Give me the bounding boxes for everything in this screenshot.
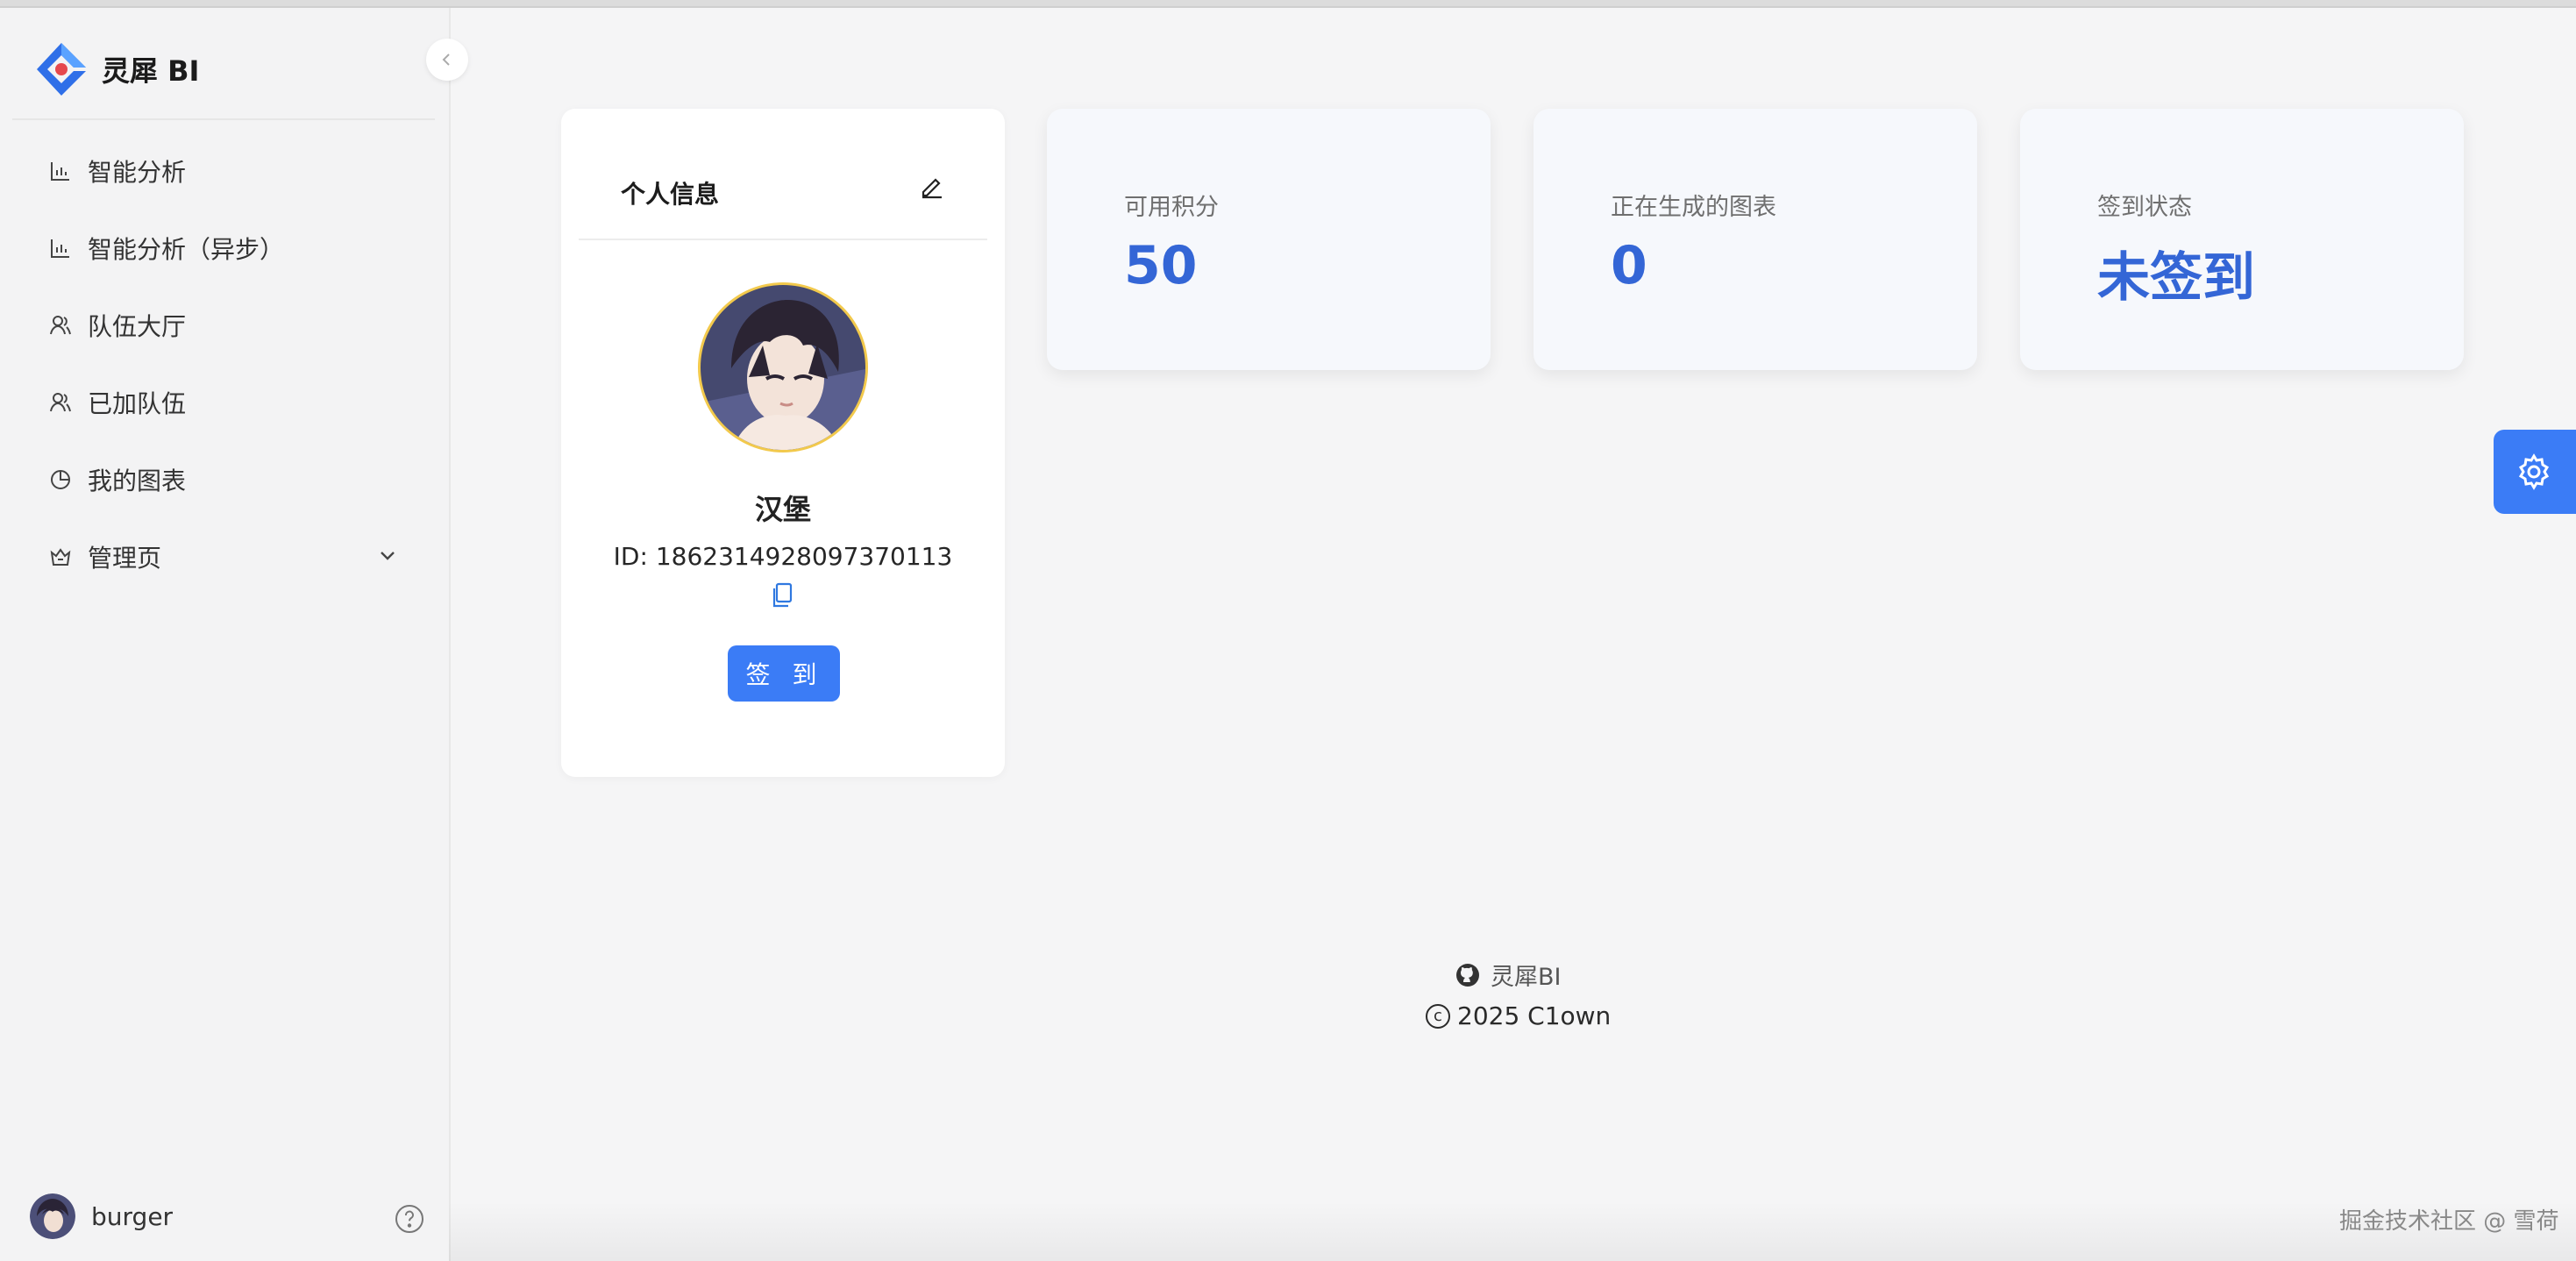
sidebar-item-label: 智能分析（异步） (88, 235, 285, 264)
brand-divider (12, 118, 435, 120)
footer-copyright: c 2025 C1own (1426, 1001, 1611, 1030)
profile-card: 个人信息 汉堡 ID: 1862314928097370113 签 到 (561, 109, 1005, 777)
footer-link-label: 灵犀BI (1491, 964, 1562, 991)
stat-value: 0 (1611, 235, 1647, 296)
bar-chart-icon (49, 237, 72, 260)
sign-in-button[interactable]: 签 到 (728, 645, 840, 702)
copyright-text: 2025 C1own (1457, 1001, 1612, 1030)
stat-value: 未签到 (2097, 247, 2255, 309)
copy-icon[interactable] (770, 582, 796, 610)
user-menu[interactable]: burger (30, 1193, 173, 1239)
crown-icon (49, 545, 72, 568)
chevron-down-icon[interactable] (377, 545, 398, 566)
stat-value: 50 (1124, 235, 1198, 296)
stat-label: 签到状态 (2097, 194, 2192, 221)
copyright-icon: c (1426, 1003, 1450, 1029)
stat-card-generating-charts: 正在生成的图表 0 (1534, 109, 1977, 370)
avatar (30, 1193, 75, 1239)
window-top-bar (0, 0, 2576, 8)
logo-icon (37, 43, 86, 96)
sidebar-item-smart-analysis[interactable]: 智能分析 (0, 132, 449, 210)
stat-label: 正在生成的图表 (1611, 194, 1776, 221)
sidebar-item-label: 管理页 (88, 544, 162, 573)
settings-button[interactable] (2494, 430, 2576, 514)
gear-icon (2518, 453, 2550, 490)
bottom-shadow (449, 1201, 2576, 1261)
collapse-sidebar-button[interactable] (426, 39, 468, 81)
sidebar-item-smart-analysis-async[interactable]: 智能分析（异步） (0, 210, 449, 287)
sidebar-item-label: 队伍大厅 (88, 312, 187, 341)
team-icon (49, 391, 72, 414)
app-name: 灵犀 BI (102, 54, 200, 88)
help-icon[interactable] (395, 1204, 424, 1234)
sidebar-menu: 智能分析 智能分析（异步） 队伍大厅 已加队伍 我的图表 管理页 (0, 132, 449, 595)
watermark: 掘金技术社区 @ 雪荷 (2339, 1208, 2559, 1235)
sidebar-item-team-hall[interactable]: 队伍大厅 (0, 287, 449, 364)
team-icon (49, 314, 72, 337)
footer-github-link[interactable]: 灵犀BI (1455, 958, 1562, 992)
user-name: burger (91, 1201, 174, 1231)
chevron-left-icon (442, 53, 450, 66)
stat-card-signin-status: 签到状态 未签到 (2020, 109, 2464, 370)
stat-card-points: 可用积分 50 (1047, 109, 1491, 370)
edit-icon[interactable] (919, 174, 945, 200)
card-divider (579, 239, 987, 240)
user-id: ID: 1862314928097370113 (613, 542, 953, 571)
sidebar-item-admin[interactable]: 管理页 (0, 518, 449, 595)
card-title: 个人信息 (621, 180, 720, 209)
brand[interactable]: 灵犀 BI (32, 36, 199, 103)
sidebar: 灵犀 BI 智能分析 智能分析（异步） 队伍大厅 已加队伍 我的图表 管理页 b… (0, 8, 451, 1261)
stat-label: 可用积分 (1124, 194, 1219, 221)
bar-chart-icon (49, 160, 72, 182)
sidebar-item-joined-teams[interactable]: 已加队伍 (0, 364, 449, 441)
pie-chart-icon (49, 468, 72, 491)
sidebar-item-label: 我的图表 (88, 467, 187, 495)
sidebar-item-label: 智能分析 (88, 158, 187, 187)
display-name: 汉堡 (754, 493, 811, 526)
sidebar-item-my-charts[interactable]: 我的图表 (0, 441, 449, 518)
profile-avatar (698, 282, 868, 452)
sidebar-item-label: 已加队伍 (88, 389, 187, 418)
github-icon (1456, 963, 1479, 987)
